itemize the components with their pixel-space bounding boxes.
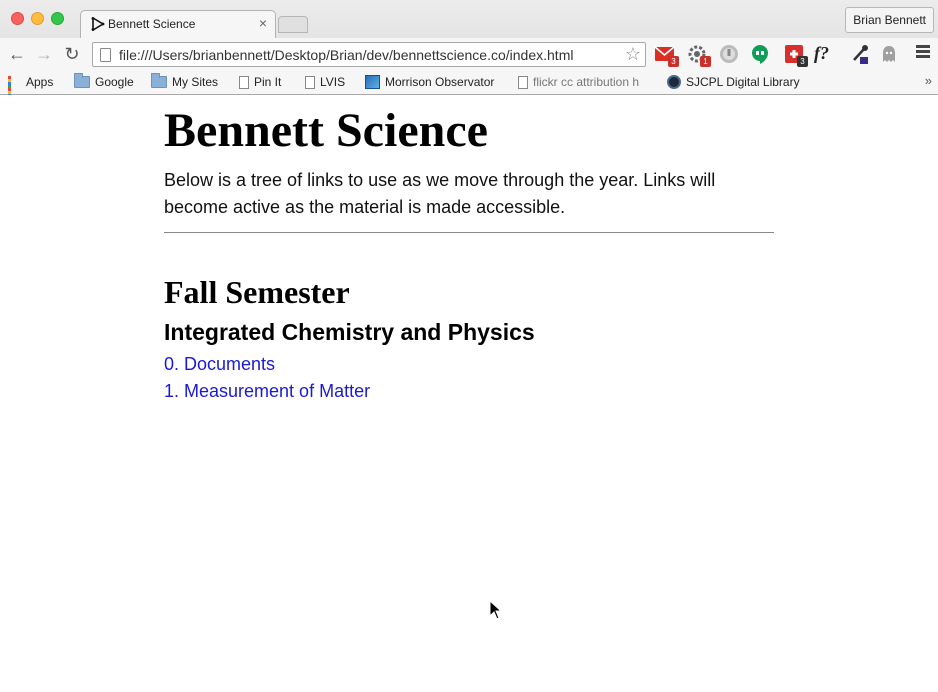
- link-documents[interactable]: 0. Documents: [164, 351, 774, 378]
- disconnect-icon[interactable]: [718, 43, 740, 65]
- formula-icon[interactable]: f?: [814, 43, 836, 65]
- intro-paragraph: Below is a tree of links to use as we mo…: [164, 170, 716, 217]
- page-icon: [100, 48, 111, 62]
- bookmark-morrison-observatory[interactable]: Morrison Observator: [365, 74, 501, 90]
- new-tab-button[interactable]: [278, 16, 308, 33]
- tab-strip: Bennett Science × Brian Bennett: [0, 0, 938, 38]
- page-icon: [518, 75, 528, 89]
- sjcpl-icon: [667, 75, 681, 89]
- page-icon: [239, 75, 249, 89]
- page-icon: [305, 75, 315, 89]
- navigation-toolbar: ← → ↻ file:///Users/brianbennett/Desktop…: [0, 38, 938, 70]
- bookmark-lvis[interactable]: LVIS: [305, 74, 345, 90]
- puzzle-icon[interactable]: 3: [783, 43, 808, 67]
- ghostery-icon[interactable]: [878, 43, 900, 65]
- folder-icon: [151, 73, 167, 88]
- window-minimize-button[interactable]: [31, 12, 44, 25]
- bookmark-sjcpl-digital-library[interactable]: SJCPL Digital Library: [667, 74, 800, 90]
- forward-arrow-icon[interactable]: →: [34, 44, 54, 64]
- browser-chrome: Bennett Science × Brian Bennett ← → ↻ fi…: [0, 0, 938, 103]
- tab-close-icon[interactable]: ×: [259, 15, 267, 31]
- gear-cluster-icon[interactable]: 1: [686, 43, 711, 67]
- mouse-pointer-icon: [489, 600, 503, 620]
- bookmarks-overflow-icon[interactable]: »: [925, 73, 932, 88]
- bookmark-google[interactable]: Google: [74, 73, 134, 90]
- apps-icon: [8, 75, 21, 103]
- profile-button[interactable]: Brian Bennett: [845, 7, 934, 33]
- bookmarks-bar: Apps Google My Sites Pin It LVIS Morriso…: [0, 70, 938, 103]
- gmail-icon[interactable]: 3: [654, 43, 679, 67]
- page-viewport: Bennett Science Below is a tree of links…: [0, 95, 938, 692]
- semester-heading: Fall Semester: [164, 274, 350, 310]
- unit-links: 0. Documents 1. Measurement of Matter: [164, 351, 774, 405]
- window-close-button[interactable]: [11, 12, 24, 25]
- bookmark-star-icon[interactable]: ☆: [625, 44, 641, 65]
- course-heading: Integrated Chemistry and Physics: [164, 319, 535, 345]
- image-icon: [365, 75, 380, 89]
- url-text[interactable]: file:///Users/brianbennett/Desktop/Brian…: [119, 47, 573, 63]
- page-title: Bennett Science: [164, 104, 488, 157]
- chrome-menu-icon[interactable]: [916, 45, 930, 61]
- hangouts-icon[interactable]: [749, 43, 771, 65]
- tab-title: Bennett Science: [108, 17, 196, 31]
- tab-bennett-science[interactable]: Bennett Science ×: [80, 10, 276, 38]
- bookmark-pin-it[interactable]: Pin It: [239, 74, 281, 90]
- address-bar[interactable]: file:///Users/brianbennett/Desktop/Brian…: [92, 42, 646, 67]
- folder-icon: [74, 73, 90, 88]
- eyedropper-icon[interactable]: [849, 43, 871, 65]
- content-container: Bennett Science Below is a tree of links…: [164, 95, 774, 405]
- reload-icon[interactable]: ↻: [62, 44, 82, 64]
- tab-favicon-icon: [91, 17, 105, 31]
- link-measurement-of-matter[interactable]: 1. Measurement of Matter: [164, 378, 774, 405]
- bookmark-apps[interactable]: Apps: [8, 74, 53, 103]
- window-maximize-button[interactable]: [51, 12, 64, 25]
- bookmark-my-sites[interactable]: My Sites: [151, 73, 218, 90]
- bookmark-flickr-cc-attribution[interactable]: flickr cc attribution h: [518, 74, 650, 90]
- back-arrow-icon[interactable]: ←: [7, 44, 27, 64]
- horizontal-rule: [164, 232, 774, 233]
